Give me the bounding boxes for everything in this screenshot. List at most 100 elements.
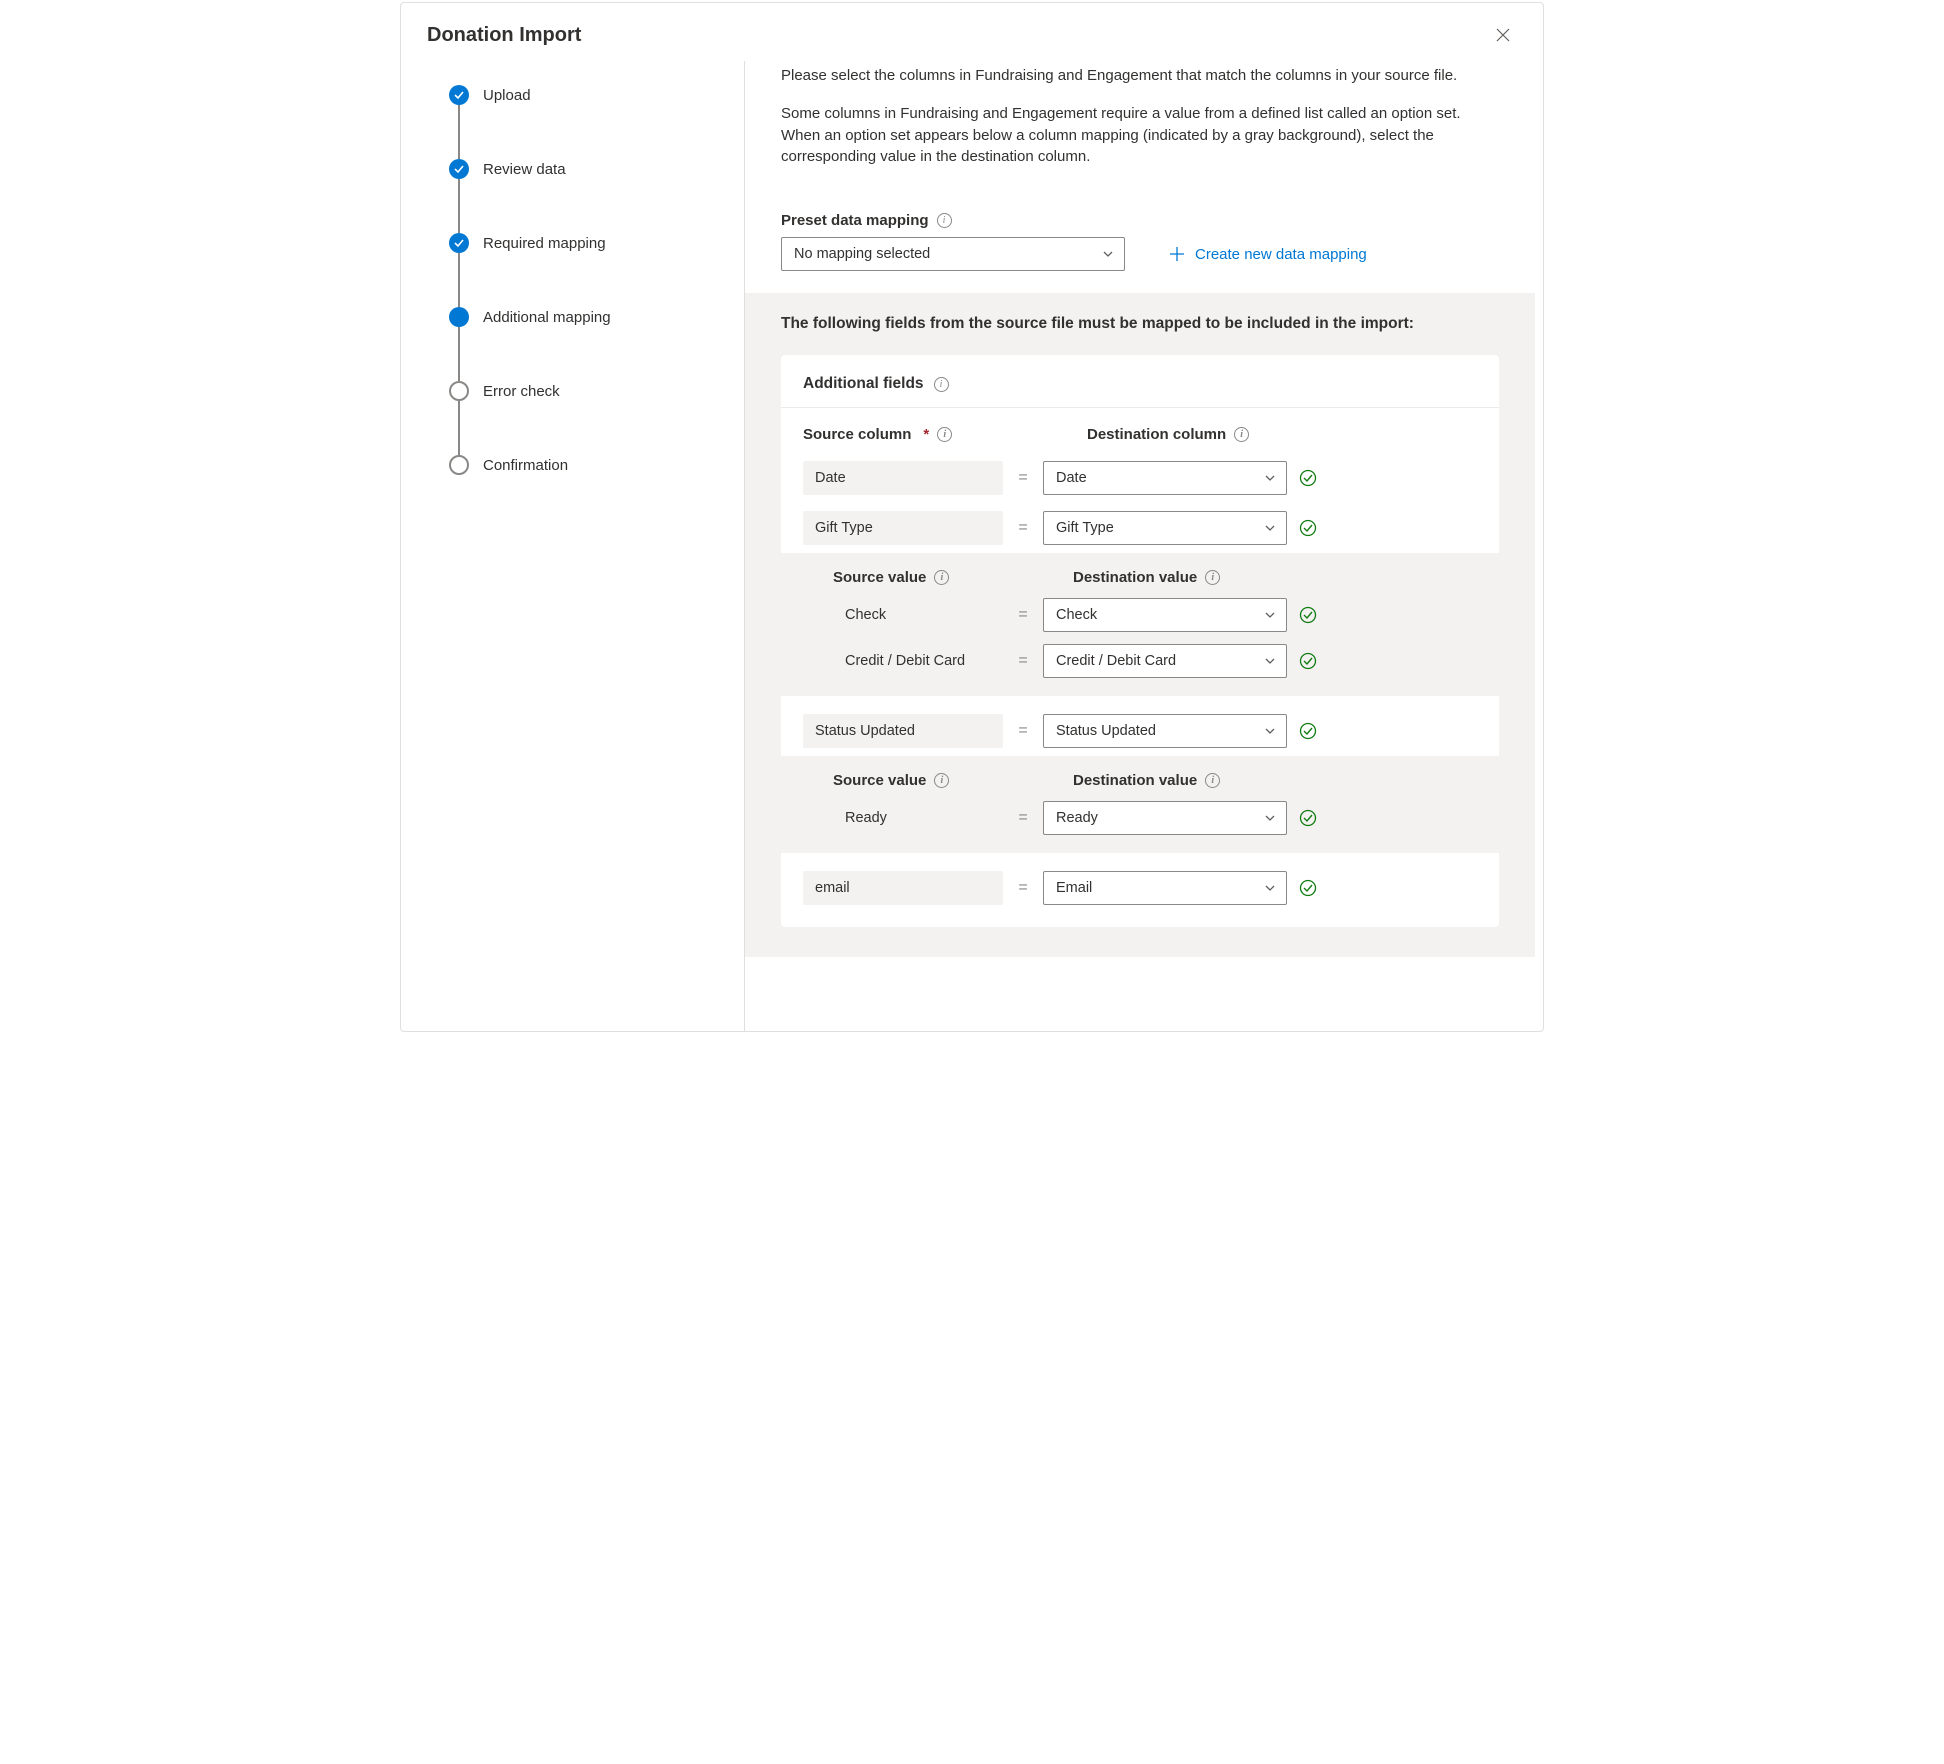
source-value-header: Source value i — [833, 772, 1033, 789]
close-icon — [1496, 28, 1510, 42]
info-icon[interactable]: i — [937, 213, 952, 228]
chevron-down-icon — [1264, 725, 1276, 737]
step-label: Confirmation — [483, 457, 568, 474]
mapping-row: Date = Date — [781, 453, 1499, 503]
equals-icon: = — [1003, 722, 1043, 740]
step-marker-upcoming-icon — [449, 455, 469, 475]
mapping-panel: The following fields from the source fil… — [745, 293, 1535, 957]
preset-mapping-select[interactable]: No mapping selected — [781, 237, 1125, 271]
donation-import-dialog: Donation Import Upload Review data — [400, 2, 1544, 1032]
option-mapping-row: Credit / Debit Card = Credit / Debit Car… — [781, 638, 1499, 684]
chevron-down-icon — [1264, 472, 1276, 484]
card-header: Additional fields i — [781, 355, 1499, 408]
plus-icon — [1169, 246, 1185, 262]
info-icon[interactable]: i — [934, 773, 949, 788]
wizard-steps: Upload Review data Required mapping Addi… — [401, 61, 745, 1031]
column-headers: Source column * i Destination column i — [781, 408, 1499, 453]
info-icon[interactable]: i — [1234, 427, 1249, 442]
step-review-data[interactable]: Review data — [449, 159, 720, 179]
additional-fields-card: Additional fields i Source column * i — [781, 355, 1499, 927]
destination-value-select[interactable]: Ready — [1043, 801, 1287, 835]
destination-value-select[interactable]: Credit / Debit Card — [1043, 644, 1287, 678]
source-column-value: email — [803, 871, 1003, 905]
equals-icon: = — [1003, 809, 1043, 827]
step-connector — [458, 327, 460, 381]
mapping-row: Status Updated = Status Updated — [781, 696, 1499, 756]
step-connector — [458, 179, 460, 233]
chevron-down-icon — [1264, 609, 1276, 621]
source-column-header: Source column * i — [803, 426, 1047, 443]
step-required-mapping[interactable]: Required mapping — [449, 233, 720, 253]
equals-icon: = — [1003, 606, 1043, 624]
preset-selected-value: No mapping selected — [794, 246, 930, 262]
equals-icon: = — [1003, 652, 1043, 670]
source-column-value: Gift Type — [803, 511, 1003, 545]
destination-column-select[interactable]: Email — [1043, 871, 1287, 905]
preset-row: Preset data mapping i No mapping selecte… — [745, 204, 1535, 293]
source-value: Check — [833, 598, 1003, 632]
mapping-row: Gift Type = Gift Type — [781, 503, 1499, 553]
step-marker-upcoming-icon — [449, 381, 469, 401]
chevron-down-icon — [1264, 655, 1276, 667]
step-label: Error check — [483, 383, 560, 400]
valid-check-icon — [1299, 519, 1317, 537]
step-additional-mapping[interactable]: Additional mapping — [449, 307, 720, 327]
destination-column-header: Destination column i — [1087, 426, 1331, 443]
equals-icon: = — [1003, 519, 1043, 537]
valid-check-icon — [1299, 652, 1317, 670]
intro-paragraph-1: Please select the columns in Fundraising… — [781, 65, 1479, 87]
option-set-headers: Source value i Destination value i — [781, 563, 1499, 592]
close-button[interactable] — [1487, 19, 1519, 51]
step-label: Additional mapping — [483, 309, 611, 326]
info-icon[interactable]: i — [1205, 773, 1220, 788]
dialog-title: Donation Import — [427, 24, 581, 47]
equals-icon: = — [1003, 879, 1043, 897]
card-title: Additional fields — [803, 375, 924, 393]
valid-check-icon — [1299, 879, 1317, 897]
intro-paragraph-2: Some columns in Fundraising and Engageme… — [781, 103, 1479, 168]
chevron-down-icon — [1264, 522, 1276, 534]
destination-value-header: Destination value i — [1073, 772, 1317, 789]
option-mapping-row: Ready = Ready — [781, 795, 1499, 841]
step-label: Required mapping — [483, 235, 606, 252]
step-label: Review data — [483, 161, 566, 178]
valid-check-icon — [1299, 809, 1317, 827]
intro-text: Please select the columns in Fundraising… — [745, 61, 1535, 204]
option-set-group: Source value i Destination value i — [781, 756, 1499, 853]
preset-controls: No mapping selected Create new data mapp… — [781, 237, 1479, 271]
source-value-header: Source value i — [833, 569, 1033, 586]
step-connector — [458, 105, 460, 159]
chevron-down-icon — [1102, 248, 1114, 260]
step-marker-current-icon — [449, 307, 469, 327]
equals-icon: = — [1003, 469, 1043, 487]
step-marker-done-icon — [449, 233, 469, 253]
info-icon[interactable]: i — [934, 377, 949, 392]
step-error-check[interactable]: Error check — [449, 381, 720, 401]
source-column-value: Status Updated — [803, 714, 1003, 748]
preset-label: Preset data mapping — [781, 212, 929, 229]
mapping-row: email = Email — [781, 853, 1499, 927]
source-value: Credit / Debit Card — [833, 644, 1003, 678]
destination-column-select[interactable]: Gift Type — [1043, 511, 1287, 545]
valid-check-icon — [1299, 606, 1317, 624]
step-upload[interactable]: Upload — [449, 85, 720, 105]
destination-value-select[interactable]: Check — [1043, 598, 1287, 632]
step-connector — [458, 401, 460, 455]
valid-check-icon — [1299, 722, 1317, 740]
required-star: * — [923, 426, 929, 443]
create-new-mapping-button[interactable]: Create new data mapping — [1169, 246, 1367, 263]
option-set-group: Source value i Destination value i — [781, 553, 1499, 696]
destination-column-select[interactable]: Date — [1043, 461, 1287, 495]
step-marker-done-icon — [449, 85, 469, 105]
info-icon[interactable]: i — [934, 570, 949, 585]
option-set-headers: Source value i Destination value i — [781, 766, 1499, 795]
destination-column-select[interactable]: Status Updated — [1043, 714, 1287, 748]
main-scroll[interactable]: Please select the columns in Fundraising… — [745, 61, 1543, 1031]
create-new-mapping-label: Create new data mapping — [1195, 246, 1367, 263]
dialog-body: Upload Review data Required mapping Addi… — [401, 61, 1543, 1031]
step-confirmation[interactable]: Confirmation — [449, 455, 720, 475]
destination-value-header: Destination value i — [1073, 569, 1317, 586]
info-icon[interactable]: i — [1205, 570, 1220, 585]
valid-check-icon — [1299, 469, 1317, 487]
info-icon[interactable]: i — [937, 427, 952, 442]
